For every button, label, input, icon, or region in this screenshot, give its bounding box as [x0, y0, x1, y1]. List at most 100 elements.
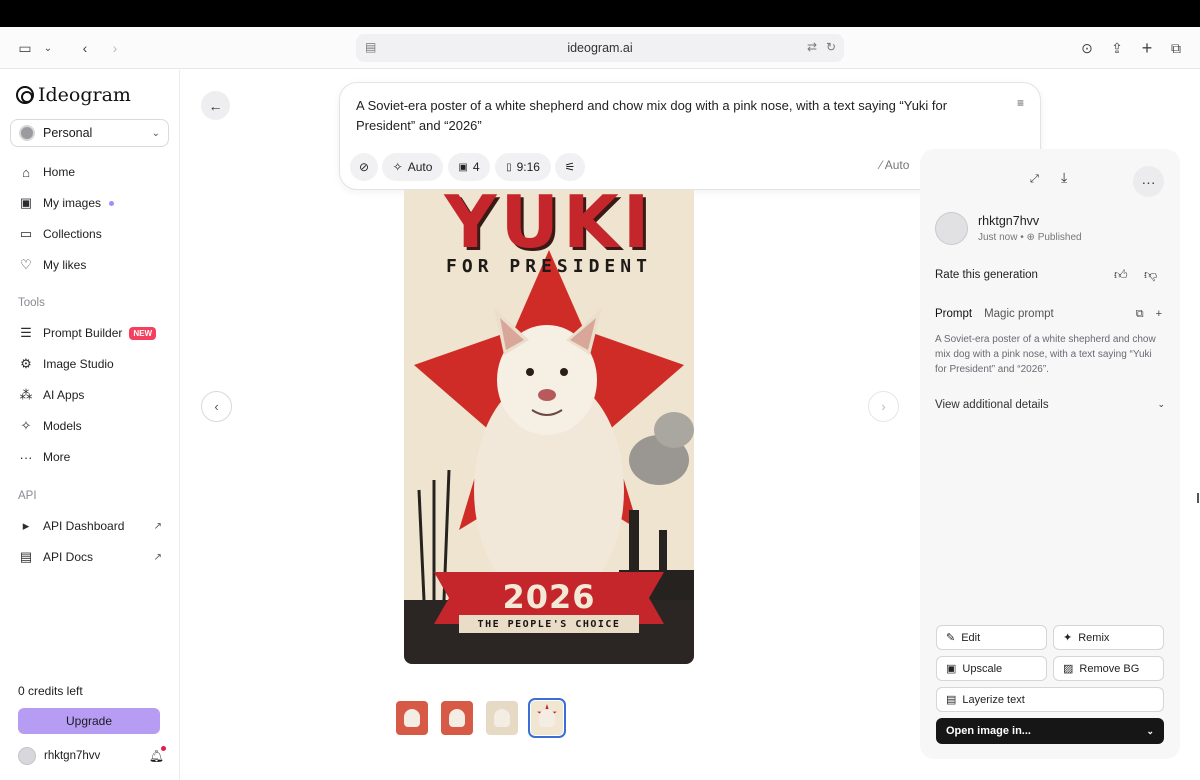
prompt-tabs: Prompt Magic prompt [935, 308, 1054, 320]
upscale-button[interactable]: ▣ Upscale [936, 656, 1047, 681]
thumbnail-1[interactable] [396, 701, 428, 735]
sidebar-item-my-likes[interactable]: ♡ My likes [18, 254, 168, 276]
download-icon[interactable]: ⤓ [1061, 169, 1067, 186]
poster-headline: YUKI [444, 190, 654, 264]
sidebar-item-label: API Docs [43, 550, 94, 564]
advanced-settings-button[interactable]: ⚟ [555, 153, 585, 181]
sidebar-item-label: My images [43, 196, 102, 210]
rate-generation-label: Rate this generation [935, 269, 1038, 281]
sidebar-item-models[interactable]: ✧ Models [18, 415, 168, 437]
brand-name: Ideogram [38, 84, 131, 106]
copy-icon[interactable]: ⧉ [1136, 308, 1144, 321]
sidebar-item-collections[interactable]: ▭ Collections [18, 223, 168, 245]
external-link-icon: ↗ [153, 551, 162, 563]
thumbnail-4-selected[interactable] [528, 698, 566, 738]
sidebar-item-more[interactable]: ··· More [18, 446, 168, 468]
magic-prompt-toggle[interactable]: ⁄ Auto [880, 158, 909, 172]
sparkle-icon: ✧ [392, 160, 403, 174]
scrollbar[interactable] [1197, 493, 1199, 503]
sidebar-item-label: Collections [43, 227, 102, 241]
remix-icon: ✦ [1063, 632, 1073, 644]
reload-icon[interactable]: ↻ [826, 40, 836, 54]
layerize-text-button[interactable]: ▤ Layerize text [936, 687, 1164, 712]
avatar [18, 747, 36, 765]
heart-icon: ♡ [20, 257, 32, 272]
window-top-bar [0, 0, 1200, 27]
edit-button[interactable]: ✎ Edit [936, 625, 1047, 650]
workspace-select[interactable]: Personal ⌄ [10, 119, 169, 147]
sidebar-item-home[interactable]: ⌂ Home [18, 161, 168, 183]
tab-magic-prompt[interactable]: Magic prompt [984, 308, 1054, 320]
expand-icon[interactable]: ⤢ [1030, 173, 1039, 186]
translate-icon[interactable]: ⇄ [807, 40, 817, 54]
sidebar-item-api-dashboard[interactable]: ▸ API Dashboard ↗ [18, 515, 168, 537]
workspace-avatar [19, 125, 35, 141]
aspect-ratio-button[interactable]: ▯ 9:16 [495, 153, 551, 181]
user-menu[interactable]: rhktgn7hvv 🔔︎ [18, 745, 166, 767]
more-options-button[interactable]: ··· [1133, 166, 1164, 197]
sidebar-toggle-icon[interactable]: ▭ [14, 35, 36, 61]
separator-dot: • ⊕ [1020, 232, 1038, 243]
image-studio-icon: ⚙ [20, 356, 32, 371]
docs-icon: ▤ [19, 549, 33, 564]
previous-image-button[interactable]: ‹ [201, 391, 232, 422]
thumbnail-2[interactable] [441, 701, 473, 735]
thumbnail-3[interactable] [486, 701, 518, 735]
chevron-down-icon[interactable]: ⌄ [40, 35, 56, 61]
image-count-button[interactable]: ▣ 4 [448, 153, 490, 181]
dog-eye [560, 368, 568, 376]
prompt-settings-icon[interactable]: ≡ [1017, 96, 1024, 110]
apps-icon: ⁂ [19, 387, 33, 402]
back-arrow-button[interactable]: ← [201, 91, 230, 120]
sidebar-item-api-docs[interactable]: ▤ API Docs ↗ [18, 546, 168, 568]
thumbs-up-icon[interactable]: 👍︎ [1114, 267, 1128, 283]
sidebar-item-prompt-builder[interactable]: ☰ Prompt Builder NEW [18, 322, 168, 344]
upscale-label: Upscale [962, 662, 1003, 675]
prompt-input[interactable]: A Soviet-era poster of a white shepherd … [356, 96, 996, 136]
tab-prompt[interactable]: Prompt [935, 308, 972, 320]
brand-logo[interactable]: Ideogram [16, 84, 131, 106]
paperclip-icon: ⊘ [358, 160, 370, 174]
sidebar-item-image-studio[interactable]: ⚙ Image Studio [18, 353, 168, 375]
images-icon: ▣ [19, 195, 33, 210]
additional-details-toggle[interactable]: View additional details ⌄ [935, 399, 1165, 411]
prompt-actions: ⧉ + [1136, 308, 1162, 321]
sidebar-item-my-images[interactable]: ▣ My images [18, 192, 168, 214]
generated-image[interactable]: YUKI FOR PRESIDENT 2026 THE PEOPLE'S CHO… [404, 190, 694, 664]
next-image-button[interactable]: › [868, 391, 899, 422]
sidebar-item-label: AI Apps [43, 388, 85, 402]
author-info: rhktgn7hvv Just now • ⊕ Published [935, 212, 1082, 245]
edit-label: Edit [961, 631, 981, 644]
magic-prompt-label: Auto [884, 158, 910, 172]
downloads-icon[interactable]: ⊙ [1077, 35, 1097, 61]
tab-overview-icon[interactable]: ⧉ [1166, 35, 1186, 61]
terminal-icon: ▸ [22, 518, 30, 533]
notification-dot [161, 746, 166, 751]
credits-remaining: 0 credits left [18, 684, 83, 698]
new-tab-icon[interactable]: + [1137, 35, 1157, 61]
thumbs-down-icon[interactable]: 👎︎ [1144, 267, 1157, 283]
notifications-bell-icon[interactable]: 🔔︎ [149, 746, 166, 763]
poster-year: 2026 [502, 578, 596, 616]
browser-forward-icon[interactable]: › [106, 35, 124, 61]
add-icon[interactable]: + [1156, 308, 1162, 321]
avatar[interactable] [935, 212, 968, 245]
browser-back-icon[interactable]: ‹ [76, 35, 94, 61]
remix-button[interactable]: ✦ Remix [1053, 625, 1164, 650]
sidebar-item-ai-apps[interactable]: ⁂ AI Apps [18, 384, 168, 406]
details-label: View additional details [935, 399, 1049, 411]
layerize-label: Layerize text [962, 693, 1025, 706]
username: rhktgn7hvv [44, 750, 101, 762]
remove-bg-button[interactable]: ▨ Remove BG [1053, 656, 1164, 681]
address-bar[interactable]: ▤ ideogram.ai ⇄ ↻ [356, 34, 844, 62]
upgrade-button[interactable]: Upgrade [18, 708, 160, 734]
visibility-status: Published [1037, 232, 1082, 243]
style-selector-button[interactable]: ✧ Auto [382, 153, 443, 181]
open-image-in-button[interactable]: Open image in... ⌄ [936, 718, 1164, 744]
share-icon[interactable]: ⇪ [1107, 35, 1127, 61]
author-username[interactable]: rhktgn7hvv [978, 214, 1082, 228]
portrait-icon: ▯ [506, 161, 512, 173]
magic-wand-icon: ⁄ [880, 158, 883, 172]
attach-image-button[interactable]: ⊘ [350, 153, 378, 181]
image-icon: ▣ [458, 161, 468, 173]
